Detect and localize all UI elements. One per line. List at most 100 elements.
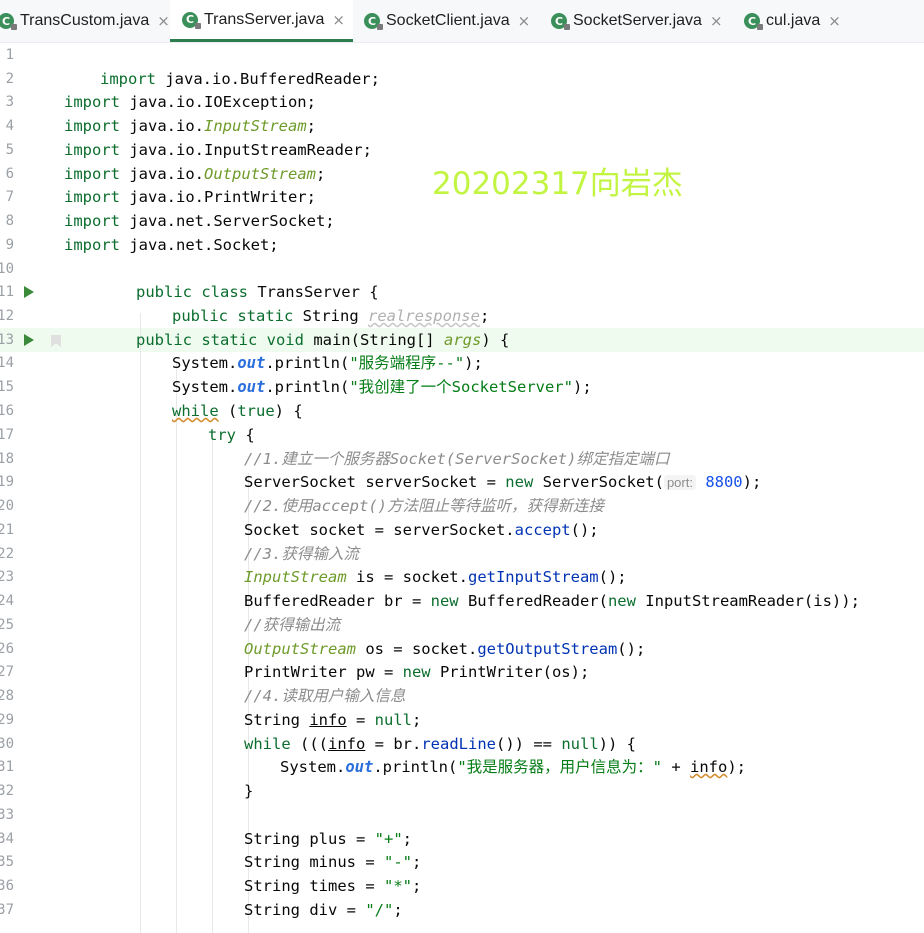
code-line-4: import java.io.InputStream; — [64, 117, 316, 135]
line-number: 2 — [5, 71, 14, 87]
line-number: 18 — [0, 451, 14, 467]
code-line-11: public class TransServer { — [136, 283, 379, 301]
close-icon[interactable]: × — [518, 12, 531, 30]
code-line-36: String times = "*"; — [244, 877, 422, 895]
tab-label: TransCustom.java — [20, 12, 150, 29]
indent-guide — [212, 433, 213, 933]
code-line-5: import java.io.InputStreamReader; — [64, 141, 372, 159]
code-line-37: String div = "/"; — [244, 901, 403, 919]
code-editor[interactable]: 1 2 3 4 5 6 7 8 9 10 11 12 13 14 15 16 17 18 19 20 21 22 23 24 2… — [0, 43, 924, 933]
line-number: 28 — [0, 688, 14, 704]
code-line-3: import java.io.IOException; — [64, 93, 316, 111]
line-number: 9 — [5, 237, 14, 253]
tab-transserver[interactable]: C TransServer.java × — [170, 0, 353, 42]
code-line-34: String plus = "+"; — [244, 830, 412, 848]
line-number: 35 — [0, 854, 14, 870]
code-line-29: String info = null; — [244, 711, 422, 729]
line-number: 27 — [0, 664, 14, 680]
line-number: 24 — [0, 593, 14, 609]
code-line-24: BufferedReader br = new BufferedReader(n… — [244, 592, 860, 610]
line-number: 5 — [5, 142, 14, 158]
tab-label: SocketClient.java — [386, 12, 510, 29]
code-line-26: OutputStream os = socket.getOutputStream… — [244, 640, 646, 658]
java-class-icon: C — [551, 13, 570, 30]
code-line-13: public static void main(String[] args) { — [136, 331, 510, 349]
code-line-9: import java.net.Socket; — [64, 236, 279, 254]
editor-tab-bar: C TransCustom.java × C TransServer.java … — [0, 0, 924, 43]
tab-label: TransServer.java — [204, 10, 325, 28]
code-line-19: ServerSocket serverSocket = new ServerSo… — [244, 473, 762, 491]
line-number: 17 — [0, 427, 14, 443]
line-number: 33 — [0, 807, 14, 823]
code-line-22: //3.获得输入流 — [244, 545, 359, 563]
java-class-icon: C — [182, 11, 201, 29]
run-icon[interactable] — [24, 334, 34, 346]
student-id-watermark: 20202317向岩杰 — [432, 166, 683, 202]
code-line-30: while (((info = br.readLine()) == null))… — [244, 735, 636, 753]
close-icon[interactable]: × — [710, 12, 723, 30]
indent-guide — [176, 363, 177, 933]
java-class-icon: C — [744, 13, 763, 30]
code-line-23: InputStream is = socket.getInputStream()… — [244, 568, 627, 586]
code-line-2: import java.io.BufferedReader; — [100, 70, 380, 88]
tab-socketserver[interactable]: C SocketServer.java × — [539, 0, 732, 42]
code-line-7: import java.io.PrintWriter; — [64, 188, 316, 206]
close-icon[interactable]: × — [157, 12, 170, 30]
line-number: 4 — [5, 118, 14, 134]
parameter-hint: port: — [663, 475, 696, 490]
code-line-12: public static String realresponse; — [172, 307, 490, 325]
line-number: 8 — [5, 213, 14, 229]
line-number: 11 — [0, 284, 14, 300]
indent-guide — [140, 313, 141, 933]
line-number: 16 — [0, 403, 14, 419]
close-icon[interactable]: × — [332, 11, 345, 29]
line-number: 6 — [5, 166, 14, 182]
code-line-31: System.out.println("我是服务器，用户信息为：" + info… — [280, 758, 746, 776]
line-number: 19 — [0, 474, 14, 490]
line-number: 26 — [0, 641, 14, 657]
line-number: 3 — [5, 94, 14, 110]
run-icon[interactable] — [24, 286, 34, 298]
line-number: 22 — [0, 546, 14, 562]
line-number: 25 — [0, 617, 14, 633]
line-number: 31 — [0, 759, 14, 775]
code-line-28: //4.读取用户输入信息 — [244, 687, 406, 705]
tab-transcustom[interactable]: C TransCustom.java × — [0, 0, 170, 42]
code-line-20: //2.使用accept()方法阻止等待监听，获得新连接 — [244, 497, 604, 515]
code-line-27: PrintWriter pw = new PrintWriter(os); — [244, 663, 590, 681]
line-number: 23 — [0, 569, 14, 585]
code-line-25: //获得输出流 — [244, 616, 341, 634]
code-line-21: Socket socket = serverSocket.accept(); — [244, 521, 599, 539]
line-number: 7 — [5, 189, 14, 205]
line-number: 29 — [0, 712, 14, 728]
code-line-6: import java.io.OutputStream; — [64, 165, 326, 183]
line-number: 21 — [0, 522, 14, 538]
line-number: 36 — [0, 878, 14, 894]
line-number: 13 — [0, 332, 14, 348]
java-class-icon: C — [364, 13, 383, 30]
code-line-18: //1.建立一个服务器Socket(ServerSocket)绑定指定端口 — [244, 450, 670, 468]
line-number: 12 — [0, 308, 14, 324]
line-number: 15 — [0, 379, 14, 395]
line-number: 20 — [0, 498, 14, 514]
code-line-15: System.out.println("我创建了一个SocketServer")… — [172, 378, 592, 396]
tab-label: SocketServer.java — [573, 12, 702, 29]
code-line-35: String minus = "-"; — [244, 853, 422, 871]
code-line-8: import java.net.ServerSocket; — [64, 212, 335, 230]
line-number: 37 — [0, 902, 14, 918]
line-number: 1 — [5, 47, 14, 63]
line-number: 34 — [0, 831, 14, 847]
line-number: 14 — [0, 355, 14, 371]
tab-label: cul.java — [766, 12, 821, 29]
line-number: 10 — [0, 261, 14, 277]
tab-socketclient[interactable]: C SocketClient.java × — [352, 0, 539, 42]
code-line-16: while (true) { — [172, 402, 303, 420]
java-class-icon: C — [0, 13, 17, 30]
line-number: 32 — [0, 783, 14, 799]
code-line-32: } — [244, 782, 254, 800]
close-icon[interactable]: × — [828, 12, 841, 30]
tab-cul[interactable]: C cul.java × — [732, 0, 862, 42]
code-line-17: try { — [208, 426, 255, 444]
line-number: 30 — [0, 736, 14, 752]
code-line-14: System.out.println("服务端程序--"); — [172, 354, 483, 372]
